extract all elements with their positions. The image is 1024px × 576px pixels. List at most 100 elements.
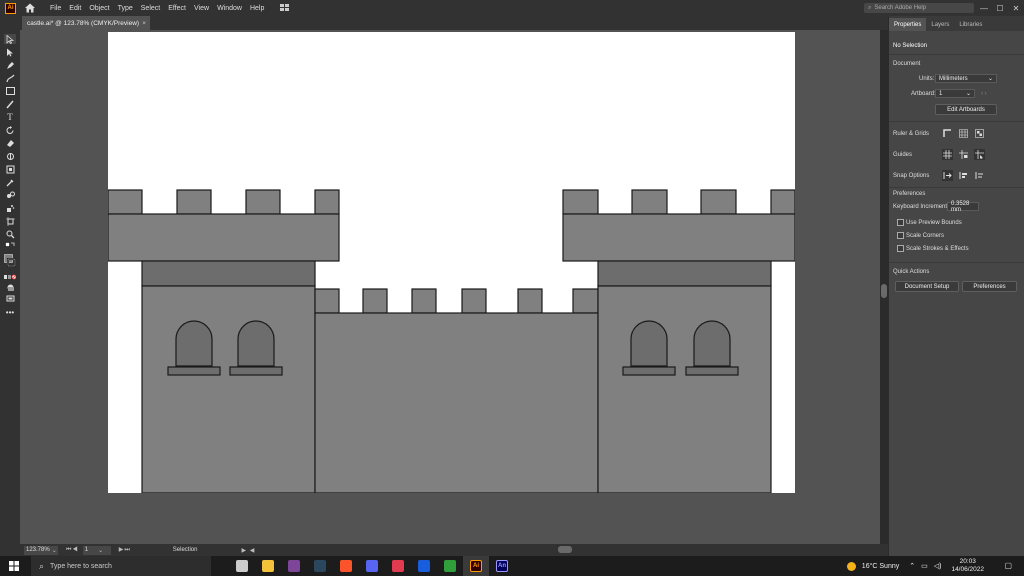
snap-to-point-icon[interactable] [942,170,953,181]
snap-to-glyph-icon[interactable] [974,170,985,181]
taskbar-app-red-app[interactable] [385,556,411,576]
taskbar-app-task-view[interactable] [229,556,255,576]
close-tab-icon[interactable]: × [142,20,146,27]
use-preview-bounds-checkbox[interactable] [897,219,904,226]
vertical-scroll-thumb[interactable] [881,284,887,298]
taskbar-apps: Ai An [229,556,515,576]
chevron-up-icon[interactable]: ⌃ [909,562,915,570]
rectangle-tool-icon[interactable] [4,86,16,96]
volume-icon[interactable]: ◁) [934,562,942,570]
snap-to-pixel-icon[interactable] [958,170,969,181]
status-menu-icon[interactable]: ▶ ◀ [241,547,255,554]
maximize-button[interactable]: ☐ [992,4,1008,13]
menu-help[interactable]: Help [246,5,268,12]
color-mode-icons[interactable] [4,272,16,282]
artboard-next-icons[interactable]: ▶⏭ [119,546,131,554]
units-select[interactable]: Millimeters ⌄ [935,74,997,83]
taskbar-app-bitwarden[interactable] [411,556,437,576]
castle-artwork[interactable] [108,32,795,493]
home-icon[interactable] [24,2,36,14]
scale-corners-label: Scale Corners [906,233,945,239]
workspace-switcher-icon[interactable] [280,4,290,12]
scale-corners-checkbox[interactable] [897,232,904,239]
taskbar-app-illustrator[interactable]: Ai [463,556,489,576]
preferences-button[interactable]: Preferences [962,281,1017,292]
close-button[interactable]: ✕ [1008,4,1024,13]
show-guides-icon[interactable] [942,149,953,160]
canvas-area[interactable] [20,30,880,544]
zoom-field[interactable]: 123.78% ⌄ [24,545,58,555]
symbol-sprayer-tool-icon[interactable] [4,203,16,213]
menu-edit[interactable]: Edit [65,5,85,12]
menu-object[interactable]: Object [85,5,113,12]
menu-window[interactable]: Window [213,5,246,12]
direct-selection-tool-icon[interactable] [4,47,16,57]
artboard-field[interactable]: 1 ⌄ [82,545,111,555]
steam-icon [314,560,326,572]
artboard-tool-icon[interactable] [4,216,16,226]
artboard[interactable] [108,32,795,493]
menu-effect[interactable]: Effect [164,5,190,12]
tab-libraries[interactable]: Libraries [954,18,987,31]
clock[interactable]: 20:03 14/06/2022 [951,558,984,574]
artboard-arrows-icons[interactable]: ‹ › [981,91,987,97]
chevron-down-icon[interactable]: ⌄ [52,547,57,554]
artboard-prev-icons[interactable]: ⏮◀ [66,547,79,554]
taskbar-app-xbox[interactable] [437,556,463,576]
taskbar-app-animate[interactable]: An [489,556,515,576]
blend-tool-icon[interactable] [4,190,16,200]
help-search-input[interactable]: ⌕ Search Adobe Help [864,3,974,13]
menu-select[interactable]: Select [137,5,164,12]
draw-mode-icon[interactable] [4,282,16,292]
fill-stroke-swatch[interactable] [4,253,16,269]
vertical-scrollbar[interactable] [880,30,888,544]
transparency-grid-icon[interactable] [974,128,985,139]
edit-toolbar-more-icon[interactable]: ••• [4,307,16,317]
smart-guides-icon[interactable] [974,149,985,160]
tab-properties[interactable]: Properties [889,18,927,31]
screen-mode-icon[interactable] [4,293,16,303]
default-fill-stroke-icon[interactable] [4,241,16,251]
eyedropper-tool-icon[interactable] [4,177,16,187]
horizontal-scroll-thumb[interactable] [558,546,572,553]
properties-panel: Properties Layers Libraries No Selection… [888,16,1024,556]
keyboard-increment-field[interactable]: 0.3528 mm [947,201,979,213]
shape-builder-tool-icon[interactable] [4,164,16,174]
edit-artboards-button[interactable]: Edit Artboards [935,104,997,115]
windows-start-icon[interactable] [9,561,19,571]
menu-file[interactable]: File [46,5,65,12]
network-icon[interactable]: ▭ [921,562,928,570]
rotate-tool-icon[interactable] [4,125,16,135]
notifications-icon[interactable]: ▢ [1004,561,1012,570]
menu-view[interactable]: View [190,5,213,12]
document-tab[interactable]: castle.ai* @ 123.78% (CMYK/Preview) × [22,16,150,30]
taskbar-app-tor-browser[interactable] [281,556,307,576]
taskbar-app-brave[interactable] [333,556,359,576]
taskbar-app-discord[interactable] [359,556,385,576]
current-tool-label: Selection [172,547,198,553]
taskbar-search-input[interactable]: ⌕ Type here to search [31,556,211,576]
taskbar-app-file-explorer[interactable] [255,556,281,576]
menu-type[interactable]: Type [114,5,137,12]
curvature-tool-icon[interactable] [4,73,16,83]
tab-layers[interactable]: Layers [926,18,954,31]
eraser-tool-icon[interactable] [4,138,16,148]
weather-text[interactable]: 16°C Sunny [862,563,899,570]
preferences-heading: Preferences [893,191,926,197]
zoom-tool-icon[interactable] [4,229,16,239]
artboard-select[interactable]: 1 ⌄ [935,89,975,98]
selection-tool-icon[interactable] [4,34,16,44]
type-tool-icon[interactable]: T [4,112,16,122]
width-tool-icon[interactable] [4,151,16,161]
taskbar-app-steam[interactable] [307,556,333,576]
paintbrush-tool-icon[interactable] [4,99,16,109]
pen-tool-icon[interactable] [4,60,16,70]
document-setup-button[interactable]: Document Setup [895,281,959,292]
lock-guides-icon[interactable] [958,149,969,160]
grid-icon[interactable] [958,128,969,139]
keyboard-increment-label: Keyboard Increment: [893,204,949,210]
rulers-icon[interactable] [942,128,953,139]
scale-strokes-checkbox[interactable] [897,245,904,252]
chevron-down-icon[interactable]: ⌄ [98,547,103,554]
minimize-button[interactable]: — [976,4,992,13]
